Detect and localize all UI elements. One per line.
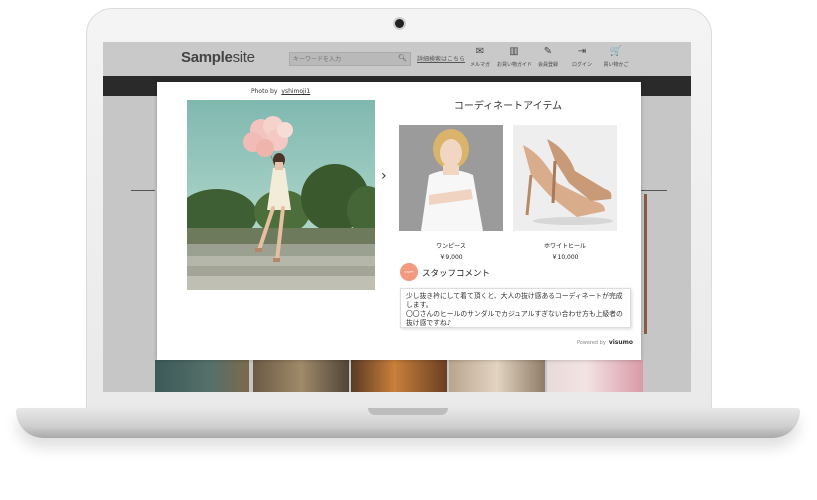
- cart-icon: 🛒: [609, 46, 623, 57]
- item-image[interactable]: [513, 125, 617, 231]
- advanced-search-link[interactable]: 詳細検索はこちら: [417, 54, 465, 63]
- nav-item-cart[interactable]: 🛒 買い物かご: [599, 46, 633, 68]
- thumbnail[interactable]: [449, 360, 545, 392]
- site-logo[interactable]: Samplesite: [181, 49, 255, 66]
- search-icon[interactable]: 🔍︎: [398, 54, 407, 62]
- coordinate-item[interactable]: ワンピース ￥9,000: [399, 125, 503, 261]
- main-photo: [187, 100, 375, 290]
- photo-user-link[interactable]: yshimoji1: [281, 88, 310, 95]
- hinge-notch: [368, 408, 448, 415]
- coordinate-title: コーディネートアイテム: [453, 101, 563, 112]
- staff-comment-title: スタッフコメント: [422, 269, 491, 279]
- coordinate-item[interactable]: ホワイトヒール ￥10,000: [513, 125, 617, 261]
- item-image[interactable]: [399, 125, 503, 231]
- book-icon: ▥: [509, 46, 519, 57]
- nav-item-mail[interactable]: ✉ メルマガ: [463, 46, 497, 68]
- thumbnail[interactable]: [351, 360, 447, 392]
- edit-icon: ✎: [543, 46, 553, 57]
- item-name: ホワイトヒール: [543, 243, 586, 250]
- search-input[interactable]: [293, 53, 393, 65]
- item-price: ￥10,000: [551, 254, 579, 261]
- nav-item-register[interactable]: ✎ 会員登録: [531, 46, 565, 68]
- mail-icon: ✉: [475, 46, 485, 57]
- login-icon: ⇥: [577, 46, 587, 57]
- search-box: 🔍︎: [289, 52, 411, 66]
- avatar: STAFF: [400, 263, 418, 281]
- divider: [131, 190, 155, 191]
- thumbnail-edge: [644, 194, 647, 334]
- nav-item-login[interactable]: ⇥ ログイン: [565, 46, 599, 68]
- item-price: ￥9,000: [439, 254, 463, 261]
- laptop-base: [16, 408, 800, 438]
- divider: [641, 190, 667, 191]
- site-header: Samplesite 🔍︎ 詳細検索はこちら ✉メルマガ ▥お買い物ガイド ✎会…: [103, 42, 691, 76]
- thumbnail[interactable]: [253, 360, 349, 392]
- item-name: ワンピース: [436, 243, 466, 250]
- coordinate-modal: Photo by yshimoji1 › コーディネートアイテム ワンピース ￥…: [157, 82, 641, 360]
- camera-icon: [395, 19, 404, 28]
- next-arrow-icon[interactable]: ›: [381, 168, 387, 184]
- thumbnail[interactable]: [547, 360, 643, 392]
- thumbnail[interactable]: [155, 360, 249, 392]
- nav-item-guide[interactable]: ▥ お買い物ガイド: [497, 46, 532, 68]
- photo-credit: Photo by yshimoji1: [251, 88, 311, 95]
- header-nav: ✉ メルマガ ▥ お買い物ガイド ✎ 会員登録 ⇥ ログイン 🛒 買い物かご: [463, 46, 633, 68]
- staff-comment: 少し抜き衿にして着て頂くと、大人の抜け感あるコーディネートが完成します。 〇〇さ…: [400, 288, 631, 328]
- visumo-logo[interactable]: visumo: [609, 339, 633, 346]
- powered-by: Powered by visumo: [576, 339, 633, 346]
